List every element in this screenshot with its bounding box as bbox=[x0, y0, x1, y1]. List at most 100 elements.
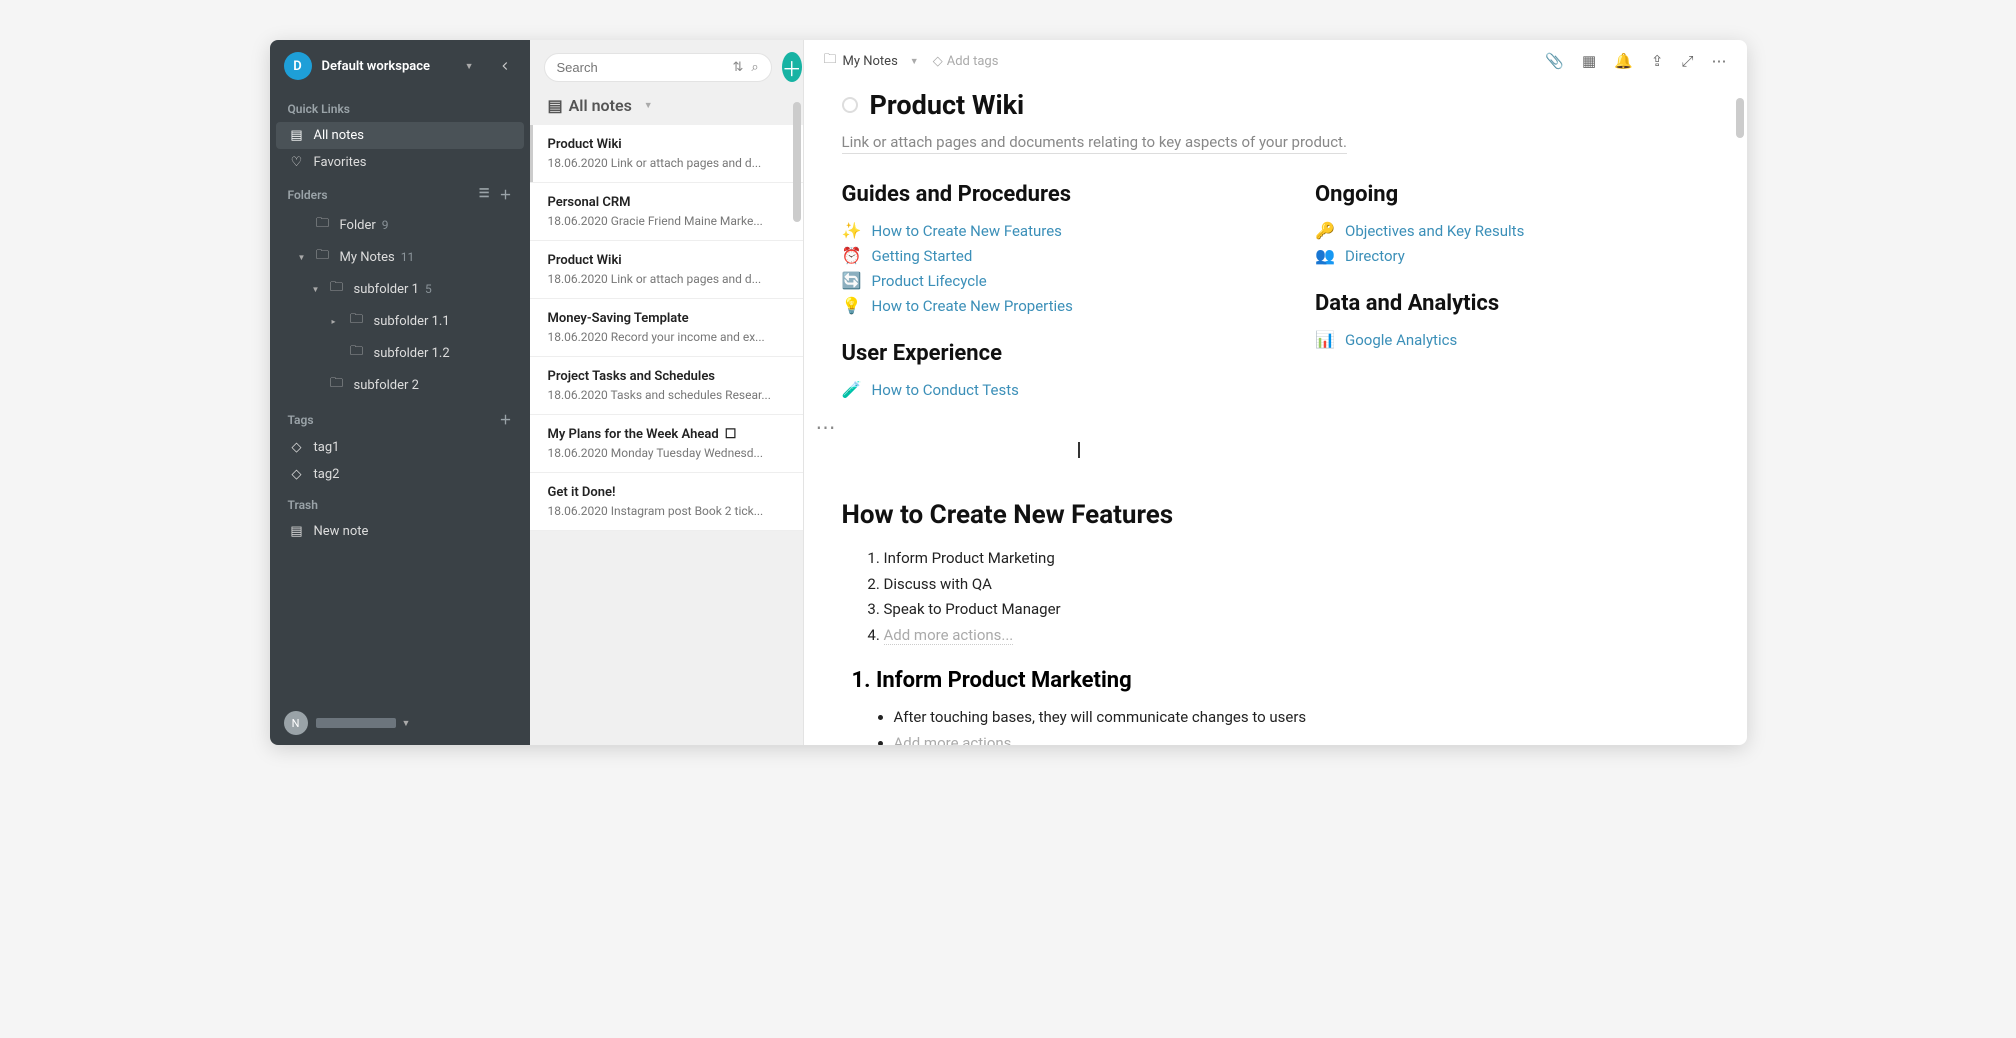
folder-item[interactable]: ▼ 🗀 My Notes 11 bbox=[270, 241, 530, 273]
document-title[interactable]: Product Wiki bbox=[870, 89, 1025, 121]
expand-icon[interactable]: ⤢ bbox=[1681, 52, 1693, 70]
sort-folders-icon[interactable]: ☰ bbox=[479, 186, 490, 203]
trash-label: Trash bbox=[270, 488, 530, 518]
bell-icon[interactable]: 🔔 bbox=[1614, 52, 1633, 70]
list-item-placeholder[interactable]: Add more actions... bbox=[884, 623, 1709, 649]
workspace-header[interactable]: D Default workspace ▼ bbox=[270, 40, 530, 92]
page-link[interactable]: 🧪 How to Conduct Tests bbox=[842, 380, 1236, 399]
list-item[interactable]: Speak to Product Manager bbox=[884, 597, 1709, 623]
folder-icon: 🗀 bbox=[314, 214, 332, 236]
search-icon[interactable]: ⌕ bbox=[751, 60, 758, 75]
nav-label: Favorites bbox=[314, 155, 367, 170]
link-text[interactable]: How to Create New Properties bbox=[872, 297, 1073, 315]
page-link[interactable]: ⏰Getting Started bbox=[842, 246, 1236, 265]
attachment-icon[interactable]: 📎 bbox=[1545, 52, 1564, 70]
page-link[interactable]: 📊 Google Analytics bbox=[1315, 330, 1709, 349]
folder-item[interactable]: ▼ 🗀 subfolder 1 5 bbox=[270, 273, 530, 305]
filter-icon[interactable]: ⇅ bbox=[733, 60, 744, 75]
notes-panel: ⇅ ⌕ ＋ ▤ All notes ▼ Product Wiki 18.06.2… bbox=[530, 40, 804, 745]
page-link[interactable]: 👥 Directory bbox=[1315, 246, 1709, 265]
tag-item[interactable]: ◇tag1 bbox=[270, 434, 530, 461]
scrollbar[interactable] bbox=[793, 102, 801, 222]
subheading[interactable]: How to Create New Features bbox=[842, 500, 1709, 530]
folder-label: subfolder 1.1 bbox=[374, 314, 450, 329]
add-tags-button[interactable]: ◇ Add tags bbox=[933, 54, 999, 69]
ordered-list[interactable]: Inform Product MarketingDiscuss with QAS… bbox=[884, 546, 1709, 648]
more-icon[interactable]: ⋯ bbox=[1712, 52, 1727, 70]
notes-filter-dropdown[interactable]: ▤ All notes ▼ bbox=[530, 86, 803, 125]
folder-icon: 🗀 bbox=[328, 278, 346, 300]
link-emoji-icon: 📊 bbox=[1315, 330, 1335, 349]
note-card[interactable]: Product Wiki 18.06.2020 Link or attach p… bbox=[530, 241, 803, 299]
folder-item[interactable]: ▸ 🗀 subfolder 1.1 bbox=[270, 305, 530, 337]
page-link[interactable]: ✨How to Create New Features bbox=[842, 221, 1236, 240]
folders-label: Folders ☰ ＋ bbox=[270, 176, 530, 209]
expand-icon[interactable]: ▼ bbox=[298, 253, 312, 262]
step-heading[interactable]: 1. Inform Product Marketing bbox=[852, 668, 1709, 693]
link-text[interactable]: Getting Started bbox=[872, 247, 973, 265]
add-tag-icon[interactable]: ＋ bbox=[499, 411, 511, 428]
link-text[interactable]: Google Analytics bbox=[1345, 331, 1457, 349]
folder-item[interactable]: 🗀 Folder 9 bbox=[270, 209, 530, 241]
sidebar-item-favorites[interactable]: ♡ Favorites bbox=[270, 149, 530, 176]
link-text[interactable]: Product Lifecycle bbox=[872, 272, 987, 290]
expand-icon[interactable]: ▼ bbox=[312, 285, 326, 294]
notes-list[interactable]: Product Wiki 18.06.2020 Link or attach p… bbox=[530, 125, 803, 745]
folder-icon: 🗀 bbox=[348, 310, 366, 332]
folder-item[interactable]: 🗀 subfolder 2 bbox=[270, 369, 530, 401]
section-heading-ux: User Experience bbox=[842, 341, 1236, 366]
page-link[interactable]: 🔑 Objectives and Key Results bbox=[1315, 221, 1709, 240]
note-card[interactable]: Project Tasks and Schedules 18.06.2020 T… bbox=[530, 357, 803, 415]
collapse-sidebar-button[interactable] bbox=[494, 55, 516, 78]
document-status-circle[interactable] bbox=[842, 97, 858, 113]
link-emoji-icon: 🔄 bbox=[842, 271, 862, 290]
block-handle-icon[interactable]: ⋯ bbox=[816, 415, 1709, 439]
document-body[interactable]: Product Wiki Link or attach pages and do… bbox=[804, 83, 1747, 745]
page-link[interactable]: 💡 How to Create New Properties bbox=[842, 296, 1236, 315]
scrollbar[interactable] bbox=[1736, 98, 1744, 138]
sidebar-item-new-note[interactable]: ▤ New note bbox=[270, 518, 530, 545]
list-item[interactable]: Discuss with QA bbox=[884, 572, 1709, 598]
user-footer[interactable]: N ▼ bbox=[270, 701, 530, 745]
breadcrumb[interactable]: 🗀 My Notes ▼ bbox=[824, 50, 919, 72]
search-input[interactable] bbox=[557, 60, 733, 75]
link-text[interactable]: How to Conduct Tests bbox=[872, 381, 1019, 399]
content-pane: 🗀 My Notes ▼ ◇ Add tags 📎 ▦ 🔔 ⇪ ⤢ ⋯ Prod… bbox=[804, 40, 1747, 745]
folder-count: 5 bbox=[425, 282, 432, 296]
note-card[interactable]: Get it Done! 18.06.2020 Instagram post B… bbox=[530, 473, 803, 531]
sidebar-item-all-notes[interactable]: ▤ All notes bbox=[276, 122, 524, 149]
search-box[interactable]: ⇅ ⌕ bbox=[544, 53, 772, 82]
link-emoji-icon: 🔑 bbox=[1315, 221, 1335, 240]
link-text[interactable]: How to Create New Features bbox=[872, 222, 1062, 240]
add-note-button[interactable]: ＋ bbox=[782, 52, 802, 82]
page-link[interactable]: 🔄 Product Lifecycle bbox=[842, 271, 1236, 290]
list-item[interactable]: After touching bases, they will communic… bbox=[894, 705, 1709, 731]
folder-icon: 🗀 bbox=[314, 246, 332, 268]
link-emoji-icon: 🧪 bbox=[842, 380, 862, 399]
add-folder-icon[interactable]: ＋ bbox=[499, 186, 511, 203]
note-icon: ▤ bbox=[288, 128, 306, 143]
list-item-placeholder[interactable]: Add more actions... bbox=[894, 731, 1709, 746]
text-cursor bbox=[1078, 442, 1080, 458]
link-text[interactable]: Objectives and Key Results bbox=[1345, 222, 1524, 240]
note-title: Personal CRM bbox=[548, 195, 785, 210]
note-card[interactable]: My Plans for the Week Ahead ☐ 18.06.2020… bbox=[530, 415, 803, 473]
note-card[interactable]: Money-Saving Template 18.06.2020 Record … bbox=[530, 299, 803, 357]
note-card[interactable]: Personal CRM 18.06.2020 Gracie Friend Ma… bbox=[530, 183, 803, 241]
link-text[interactable]: Directory bbox=[1345, 247, 1405, 265]
note-title: Product Wiki bbox=[548, 253, 785, 268]
bullet-list[interactable]: After touching bases, they will communic… bbox=[894, 705, 1709, 745]
list-item[interactable]: Inform Product Marketing bbox=[884, 546, 1709, 572]
folder-label: Folder bbox=[340, 218, 376, 233]
folder-item[interactable]: 🗀 subfolder 1.2 bbox=[270, 337, 530, 369]
chevron-down-icon: ▼ bbox=[402, 718, 411, 729]
link-emoji-icon: 💡 bbox=[842, 296, 862, 315]
tag-item[interactable]: ◇tag2 bbox=[270, 461, 530, 488]
chevron-down-icon: ▼ bbox=[465, 61, 474, 72]
expand-icon[interactable]: ▸ bbox=[332, 317, 346, 326]
share-icon[interactable]: ⇪ bbox=[1651, 52, 1664, 70]
note-card[interactable]: Product Wiki 18.06.2020 Link or attach p… bbox=[530, 125, 803, 183]
link-emoji-icon: 👥 bbox=[1315, 246, 1335, 265]
grid-icon[interactable]: ▦ bbox=[1582, 52, 1596, 70]
document-subtitle[interactable]: Link or attach pages and documents relat… bbox=[842, 133, 1347, 154]
